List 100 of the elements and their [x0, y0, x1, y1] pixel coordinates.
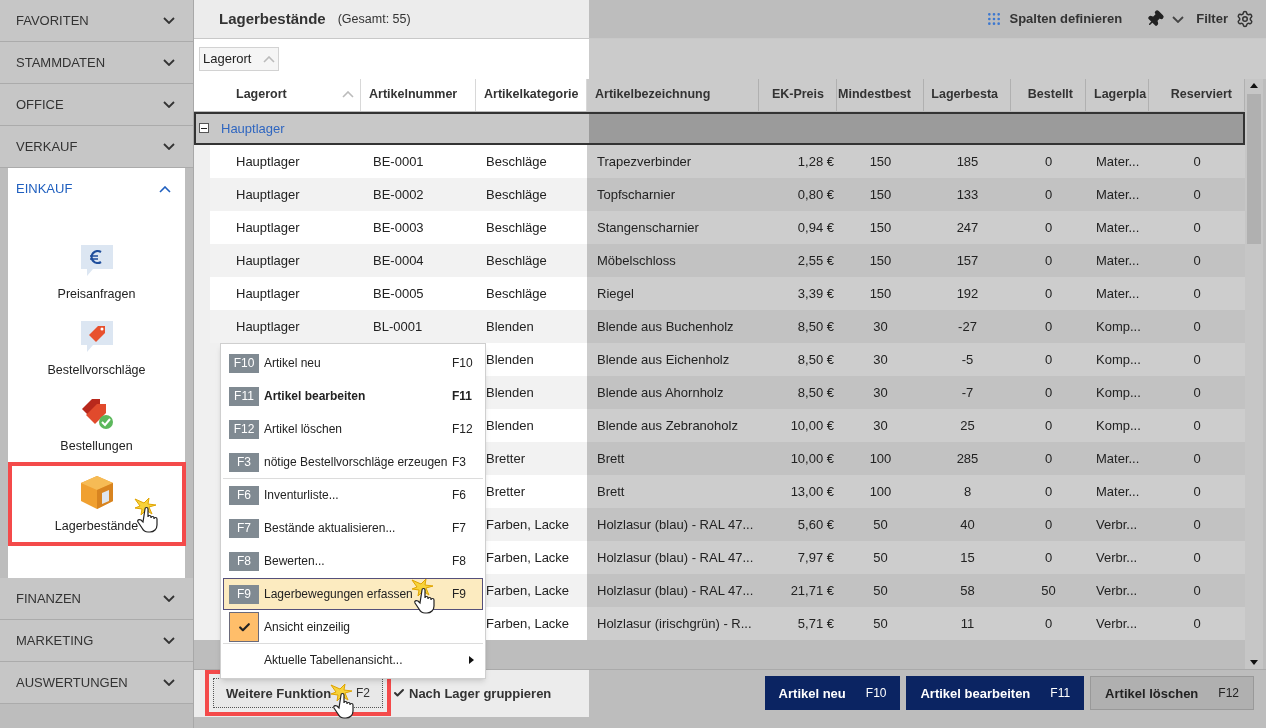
- sort-ascending-icon: [263, 55, 276, 63]
- table-cell: 150: [837, 177, 924, 211]
- table-cell: Komp...: [1086, 408, 1149, 442]
- table-cell: 50: [837, 540, 924, 574]
- filter-button[interactable]: Filter: [1196, 9, 1228, 29]
- column-header[interactable]: EK-Preis: [759, 78, 837, 111]
- column-header[interactable]: Lagerbesta: [924, 78, 1011, 111]
- column-header[interactable]: Bestellt: [1011, 78, 1086, 111]
- table-cell: 247: [924, 210, 1011, 244]
- table-cell: 0: [1149, 441, 1245, 475]
- sidebar-section-header[interactable]: VERKAUF: [0, 126, 193, 168]
- sidebar-section-header[interactable]: FINANZEN: [0, 578, 193, 620]
- table-cell: 0: [1011, 474, 1086, 508]
- table-cell: Beschläge: [476, 210, 587, 244]
- table-cell: Holzlasur (blau) - RAL 47...: [587, 540, 759, 574]
- table-row[interactable]: Hauptlager BL-0001 Blenden Blende aus Buchenholz 8,50 € 30 -27 0 Komp... 0: [194, 309, 1245, 343]
- define-columns-button[interactable]: Spalten definieren: [985, 9, 1123, 29]
- table-cell: 0: [1149, 408, 1245, 442]
- table-cell: -27: [924, 309, 1011, 343]
- table-cell: Riegel: [587, 276, 759, 310]
- table-cell: 0: [1149, 243, 1245, 277]
- sidebar-section-header[interactable]: STAMMDATEN: [0, 42, 193, 84]
- action-button[interactable]: Artikel neu F10: [764, 676, 901, 711]
- table-row[interactable]: Hauptlager BE-0002 Beschläge Topfscharnier 0,80 € 150 133 0 Mater... 0: [194, 177, 1245, 211]
- sidebar-item[interactable]: Bestellungen: [16, 386, 177, 456]
- table-cell: 185: [924, 144, 1011, 178]
- group-checkbox[interactable]: Nach Lager gruppieren: [393, 683, 552, 704]
- vertical-scrollbar[interactable]: [1245, 78, 1263, 669]
- table-cell: 0: [1011, 441, 1086, 475]
- action-button[interactable]: Artikel löschen F12: [1090, 676, 1254, 711]
- key-badge: F12: [229, 419, 259, 439]
- key-badge: F3: [229, 452, 259, 472]
- table-cell: Mater...: [1086, 474, 1149, 508]
- menu-item[interactable]: F9 Lagerbewegungen erfassen F9: [223, 578, 483, 610]
- menu-item[interactable]: F6 Inventurliste... F6: [223, 479, 483, 511]
- table-cell: Mater...: [1086, 276, 1149, 310]
- sidebar-section-header[interactable]: MARKETING: [0, 620, 193, 662]
- table-cell: 40: [924, 507, 1011, 541]
- table-cell: Blende aus Zebranoholz: [587, 408, 759, 442]
- group-by-chip[interactable]: Lagerort: [199, 47, 280, 72]
- chevron-down-icon[interactable]: [1172, 15, 1185, 23]
- table-cell: Trapezverbinder: [587, 144, 759, 178]
- table-cell: Blende aus Eichenholz: [587, 342, 759, 376]
- table-cell: 5,60 €: [759, 507, 837, 541]
- sidebar-section-header[interactable]: EINKAUF: [8, 168, 185, 210]
- chevron-down-icon: [163, 679, 175, 686]
- key-badge: F9: [229, 584, 259, 604]
- table-row[interactable]: Hauptlager BE-0003 Beschläge Stangenscharnier 0,94 € 150 247 0 Mater... 0: [194, 210, 1245, 244]
- column-header[interactable]: Lagerpla: [1086, 78, 1149, 111]
- table-cell: 0: [1149, 507, 1245, 541]
- column-header[interactable]: Mindestbest: [837, 78, 924, 111]
- chevron-down-icon: [163, 637, 175, 644]
- sidebar-section-header[interactable]: AUSWERTUNGEN: [0, 662, 193, 704]
- sidebar-section-header[interactable]: FAVORITEN: [0, 0, 193, 42]
- table-row[interactable]: Hauptlager BE-0001 Beschläge Trapezverbinder 1,28 € 150 185 0 Mater... 0: [194, 144, 1245, 178]
- table-cell: BE-0003: [361, 210, 476, 244]
- chevron-down-icon: [163, 595, 175, 602]
- table-cell: 0: [1149, 573, 1245, 607]
- settings-icon[interactable]: [1236, 10, 1254, 29]
- table-cell: 0,94 €: [759, 210, 837, 244]
- table-cell: 1,28 €: [759, 144, 837, 178]
- table-cell: 50: [837, 606, 924, 640]
- chevron-down-icon: [163, 101, 175, 108]
- table-cell: 10,00 €: [759, 441, 837, 475]
- collapse-icon[interactable]: [199, 123, 209, 134]
- table-cell: Hauptlager: [210, 210, 361, 244]
- checkmark-icon: [393, 687, 405, 700]
- table-cell: Hauptlager: [210, 276, 361, 310]
- table-cell: 0: [1011, 507, 1086, 541]
- grid-dots-icon: [985, 11, 1002, 28]
- table-row[interactable]: Hauptlager BE-0004 Beschläge Möbelschloss 2,55 € 150 157 0 Mater... 0: [194, 243, 1245, 277]
- table-cell: 100: [837, 441, 924, 475]
- table-cell: Holzlasur (blau) - RAL 47...: [587, 573, 759, 607]
- table-cell: 150: [837, 276, 924, 310]
- table-cell: 50: [837, 573, 924, 607]
- table-cell: 30: [837, 342, 924, 376]
- table-cell: 2,55 €: [759, 243, 837, 277]
- sidebar-section-header[interactable]: OFFICE: [0, 84, 193, 126]
- table-cell: Verbr...: [1086, 540, 1149, 574]
- table-cell: 10,00 €: [759, 408, 837, 442]
- table-cell: 0: [1011, 210, 1086, 244]
- table-cell: 0: [1149, 474, 1245, 508]
- table-cell: 5,71 €: [759, 606, 837, 640]
- scroll-down-arrow-icon: [1250, 659, 1258, 665]
- sidebar-item[interactable]: Preisanfragen: [16, 234, 177, 304]
- table-cell: Beschläge: [476, 144, 587, 178]
- table-cell: 8,50 €: [759, 309, 837, 343]
- table-cell: 7,97 €: [759, 540, 837, 574]
- sidebar-item[interactable]: Bestellvorschläge: [16, 310, 177, 380]
- column-header[interactable]: Artikelbezeichnung: [587, 78, 759, 111]
- menu-item[interactable]: Aktuelle Tabellenansicht...: [223, 644, 483, 676]
- table-cell: 0: [1149, 540, 1245, 574]
- column-header[interactable]: Reserviert: [1149, 78, 1245, 111]
- table-cell: 0: [1149, 177, 1245, 211]
- table-cell: 30: [837, 408, 924, 442]
- action-button[interactable]: Artikel bearbeiten F11: [906, 676, 1085, 711]
- table-cell: 133: [924, 177, 1011, 211]
- table-cell: 0: [1011, 606, 1086, 640]
- table-cell: Mater...: [1086, 210, 1149, 244]
- table-row[interactable]: Hauptlager BE-0005 Beschläge Riegel 3,39 € 150 192 0 Mater... 0: [194, 276, 1245, 310]
